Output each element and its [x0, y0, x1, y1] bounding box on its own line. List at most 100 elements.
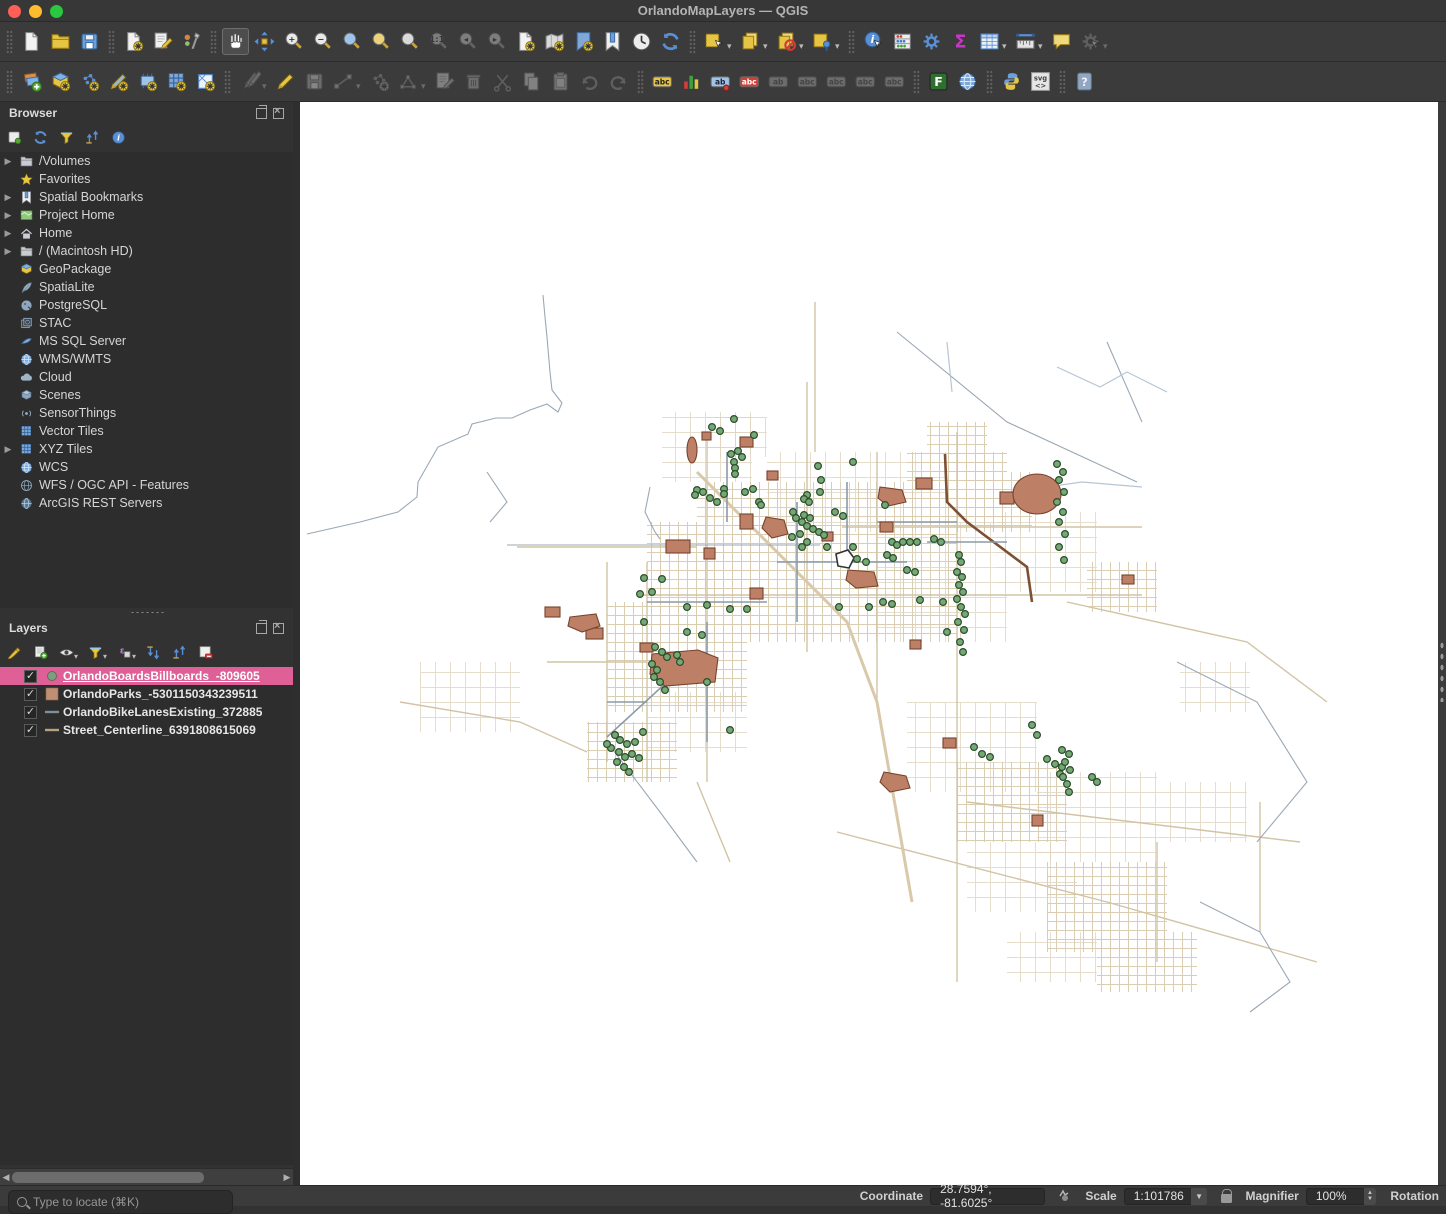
cut-features-button[interactable]	[489, 68, 516, 95]
remove-layer-icon[interactable]	[197, 644, 214, 661]
scale-dropdown-icon[interactable]: ▼	[1191, 1187, 1207, 1205]
toolbar-grip[interactable]	[6, 29, 13, 54]
layer-visibility-checkbox[interactable]: ✓	[24, 669, 37, 683]
measure-line-button[interactable]	[1012, 28, 1039, 55]
toolbar-grip[interactable]	[210, 29, 217, 54]
add-group-icon[interactable]	[32, 644, 49, 661]
browser-item-geopackage[interactable]: GeoPackage	[0, 260, 293, 278]
filter-legend-icon[interactable]: ▾	[87, 644, 107, 661]
run-feature-action-button[interactable]	[1077, 28, 1104, 55]
pan-to-selection-button[interactable]	[251, 28, 278, 55]
zoom-native-button[interactable]: 1:1	[425, 28, 452, 55]
magnifier-spinner[interactable]: ▲ ▼	[1363, 1187, 1377, 1205]
coordinate-field[interactable]: 28.7594°, -81.6025°	[930, 1182, 1046, 1210]
layer-visibility-checkbox[interactable]: ✓	[24, 687, 37, 701]
digitize-segment-dropdown-icon[interactable]: ▾	[356, 81, 364, 92]
map-tips-button[interactable]	[1048, 28, 1075, 55]
collapse-all-icon[interactable]	[84, 129, 101, 146]
new-project-button[interactable]	[18, 28, 45, 55]
toolbar-grip[interactable]	[637, 69, 644, 94]
measure-line-dropdown-icon[interactable]: ▾	[1038, 41, 1046, 52]
show-layout-manager-button[interactable]	[149, 28, 176, 55]
select-features-dropdown-icon[interactable]: ▾	[727, 41, 735, 52]
toolbar-grip[interactable]	[108, 29, 115, 54]
close-window-button[interactable]	[8, 5, 21, 18]
pin-labels-button[interactable]: ab	[707, 68, 734, 95]
toolbar-grip[interactable]	[986, 69, 993, 94]
new-virtual-layer-button[interactable]	[163, 68, 190, 95]
toolbar-grip[interactable]	[6, 69, 13, 94]
expand-icon[interactable]: ▶	[0, 246, 16, 257]
browser-item-wms-wmts[interactable]: WMS/WMTS	[0, 350, 293, 368]
zoom-next-button[interactable]: ▸	[483, 28, 510, 55]
filter-browser-icon[interactable]	[58, 129, 75, 146]
open-layer-styling-icon[interactable]	[6, 644, 23, 661]
browser-item-spatialite[interactable]: SpatiaLite	[0, 278, 293, 296]
expand-all-icon[interactable]	[145, 644, 162, 661]
attribute-table-dropdown-icon[interactable]: ▾	[1002, 41, 1010, 52]
data-source-manager-button[interactable]	[18, 68, 45, 95]
properties-widget-icon[interactable]: i	[110, 129, 127, 146]
select-by-location-dropdown-icon[interactable]: ▾	[835, 41, 843, 52]
select-features-button[interactable]	[701, 28, 728, 55]
browser-close-icon[interactable]	[273, 105, 284, 119]
highlight-pinned-labels-button[interactable]: abc	[736, 68, 763, 95]
metasearch-button[interactable]	[954, 68, 981, 95]
options-button[interactable]	[918, 28, 945, 55]
change-label-button[interactable]: abc	[823, 68, 850, 95]
curved-label-button[interactable]: abc	[852, 68, 879, 95]
browser-item-wcs[interactable]: WCS	[0, 458, 293, 476]
deselect-features-button[interactable]	[773, 28, 800, 55]
new-geopackage-layer-button[interactable]	[47, 68, 74, 95]
copy-features-button[interactable]	[518, 68, 545, 95]
modify-attributes-button[interactable]	[431, 68, 458, 95]
browser-item-home[interactable]: ▶ Home	[0, 224, 293, 242]
browser-item-spatial-bookmarks[interactable]: ▶ Spatial Bookmarks	[0, 188, 293, 206]
digitize-segment-button[interactable]	[330, 68, 357, 95]
browser-item-arcgis-rest-servers[interactable]: ArcGIS REST Servers	[0, 494, 293, 512]
new-spatial-bookmark-button[interactable]	[570, 28, 597, 55]
scale-field[interactable]: 1:101786	[1123, 1187, 1195, 1205]
svg-annotations-button[interactable]: svg <>	[1027, 68, 1054, 95]
toolbar-grip[interactable]	[848, 29, 855, 54]
select-by-location-button[interactable]	[809, 28, 836, 55]
zoom-full-button[interactable]	[338, 28, 365, 55]
browser-item-favorites[interactable]: Favorites	[0, 170, 293, 188]
deselect-features-dropdown-icon[interactable]: ▾	[799, 41, 807, 52]
move-label-button[interactable]: ab	[765, 68, 792, 95]
field-calculator-button[interactable]	[889, 28, 916, 55]
filter-by-expression-icon[interactable]: ε ▾	[116, 644, 136, 661]
browser-item-ms-sql-server[interactable]: MS SQL Server	[0, 332, 293, 350]
browser-item-sensorthings[interactable]: SensorThings	[0, 404, 293, 422]
new-print-layout-button[interactable]	[120, 28, 147, 55]
browser-item-scenes[interactable]: Scenes	[0, 386, 293, 404]
layers-float-icon[interactable]	[256, 619, 267, 634]
new-3d-map-view-button[interactable]	[541, 28, 568, 55]
field-calc-plugin-button[interactable]: F	[925, 68, 952, 95]
manage-map-themes-icon[interactable]: ▾	[58, 644, 78, 661]
scale-lock-icon[interactable]	[1220, 1188, 1233, 1203]
toolbar-grip[interactable]	[224, 69, 231, 94]
layer-labeling-button[interactable]: abc	[649, 68, 676, 95]
browser-item-volumes[interactable]: ▶ /Volumes	[0, 152, 293, 170]
undo-button[interactable]	[576, 68, 603, 95]
expand-icon[interactable]: ▶	[0, 156, 16, 167]
run-feature-action-dropdown-icon[interactable]: ▾	[1103, 41, 1111, 52]
layer-row[interactable]: ✓ OrlandoParks_-5301150343239511	[0, 685, 293, 703]
label-properties-button[interactable]: abc	[881, 68, 908, 95]
minimize-window-button[interactable]	[29, 5, 42, 18]
browser-item-xyz-tiles[interactable]: ▶ XYZ Tiles	[0, 440, 293, 458]
browser-item-stac[interactable]: STAC	[0, 314, 293, 332]
expand-icon[interactable]: ▶	[0, 192, 16, 203]
vertex-tool-dropdown-icon[interactable]: ▾	[421, 81, 429, 92]
save-layer-edits-button[interactable]	[301, 68, 328, 95]
current-edits-button[interactable]	[236, 68, 263, 95]
layer-visibility-checkbox[interactable]: ✓	[24, 705, 37, 719]
magnifier-field[interactable]: 100%	[1305, 1187, 1367, 1205]
new-mesh-layer-button[interactable]	[192, 68, 219, 95]
zoom-last-button[interactable]: ◂	[454, 28, 481, 55]
pan-map-button[interactable]	[222, 28, 249, 55]
toolbar-grip[interactable]	[689, 29, 696, 54]
add-selected-layers-icon[interactable]	[6, 129, 23, 146]
browser-item-project-home[interactable]: ▶ Project Home	[0, 206, 293, 224]
